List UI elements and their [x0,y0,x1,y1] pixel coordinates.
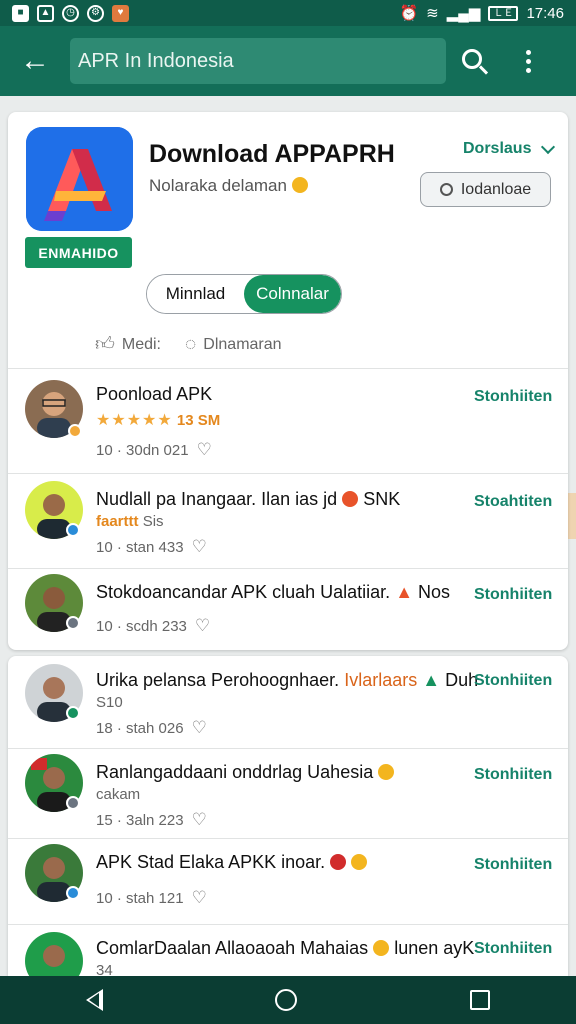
back-arrow-icon[interactable]: ← [0,26,70,96]
like-icon: ♡ [191,718,207,737]
tab-colnnalar[interactable]: Colnnalar [244,275,341,313]
thumbs-up-icon: 👍︎ [95,334,115,355]
more-vert-icon [526,49,531,73]
segmented-control: Minnlad Colnnalar [146,274,342,314]
star-rating-icon: ★★★★★ [96,412,173,429]
downloads-dropdown[interactable]: Dorslaus [463,139,556,158]
image-icon: ▲ [37,4,54,22]
row-action-link[interactable]: Stonhiiten [474,672,552,690]
verified-badge-icon [66,616,80,630]
chat-bubble-icon: ◌ [184,333,197,355]
row-meta: 10 · stah 121 ♡ [96,888,207,907]
clock-notification-icon: ◷ [62,4,79,22]
app-detail-card: ENMAHIDO Download APPAPRH Nolaraka delam… [8,112,568,650]
emoji-icon [373,940,390,956]
chevron-down-icon [541,139,556,155]
status-bar: ■ ▲ ◷ ⚙ ♥ ⏰ ≋ ▂▄▆ ＬＥ 17:46 [0,0,576,26]
search-icon [439,183,453,196]
row-action-link[interactable]: Stonhiiten [474,586,552,604]
tab-minnlad[interactable]: Minnlad [147,275,244,313]
emoji-icon [351,854,368,870]
search-text: APR In Indonesia [78,49,234,72]
signal-icon: ▂▄▆ [446,5,481,22]
app-logo-icon: ▲ [395,582,414,602]
row-action-link[interactable]: Stonhiiten [474,766,552,784]
row-subtitle: S10 [96,694,123,711]
emoji-icon [330,854,347,870]
like-reaction[interactable]: 👍︎ Medi: [95,333,161,356]
comment-reaction[interactable]: ◌ Dlnamaran [185,334,282,356]
emoji-icon [342,491,359,507]
app-notification-icon: ♥ [112,4,129,22]
row-title: Urika pelansa Perohoognhaer. Ivlarlaars … [96,670,479,690]
row-action-link[interactable]: Stonhiiten [474,388,552,406]
avatar [25,932,83,976]
settings-notification-icon: ⚙ [87,4,104,22]
battery-icon: ＬＥ [488,5,519,21]
list-item[interactable]: Poonload APK ★★★★★ 13 SM 10 · 30dn 021 ♡… [8,368,568,473]
verified-badge-icon [66,886,80,900]
search-input[interactable]: APR In Indonesia [70,38,446,84]
list-item[interactable]: Urika pelansa Perohoognhaer. Ivlarlaars … [8,656,568,748]
row-subtitle: 34 [96,962,113,976]
status-time: 17:46 [526,4,564,22]
nav-recents-icon[interactable] [469,990,490,1010]
row-title: APK Stad Elaka APKK inoar. [96,852,368,873]
thumbs-up-icon: ▲ [422,670,441,690]
alarm-icon: ⏰ [399,5,419,22]
notification-icon: ■ [12,4,29,22]
like-icon: ♡ [191,537,207,556]
row-title: Ranlangaddaani onddrlag Uahesia [96,762,395,783]
row-title: Poonload APK [96,384,213,404]
row-meta: 10 · 30dn 021 ♡ [96,440,212,459]
row-meta: 10 · stan 433 ♡ [96,537,207,556]
row-title: Nudlall pa Inangaar. Ilan ias jd SNK [96,489,401,509]
verified-badge-icon [68,424,82,438]
reaction-bar: 👍︎ Medi: ◌ Dlnamaran [95,333,282,356]
like-icon: ♡ [196,440,212,459]
row-action-link[interactable]: Stonhiiten [474,856,552,874]
system-nav-bar [0,976,576,1024]
search-button[interactable] [446,26,501,96]
wifi-icon: ≋ [426,5,439,22]
row-meta: 15 · 3aln 223 ♡ [96,810,207,829]
overflow-menu-button[interactable] [501,26,556,96]
comment-list-card: Urika pelansa Perohoognhaer. Ivlarlaars … [8,656,568,976]
download-search-button[interactable]: Iodanloae [420,172,551,207]
list-item[interactable]: ComlarDaalan Allaoaoah Mahaias lunen ayK… [8,924,568,976]
nav-home-icon[interactable] [275,989,298,1011]
verified-badge-icon [66,706,80,720]
like-icon: ♡ [191,810,207,829]
like-icon: ♡ [194,616,211,635]
list-item[interactable]: Nudlall pa Inangaar. Ilan ias jd SNK faa… [8,473,568,568]
list-item[interactable]: Stokdoancandar APK cluah Ualatiiar. ▲ No… [8,568,568,650]
list-item[interactable]: Ranlangaddaani onddrlag Uahesia cakam 15… [8,748,568,838]
verified-badge-icon [66,523,80,537]
emoji-icon [291,177,308,193]
app-subtitle: Nolaraka delaman [149,176,308,196]
row-meta: 18 · stah 026 ♡ [96,718,207,737]
nav-back-icon[interactable] [86,989,104,1011]
row-rating: ★★★★★ 13 SM [96,412,221,429]
row-title: ComlarDaalan Allaoaoah Mahaias lunen ayK [96,938,475,958]
verified-badge-icon [66,796,80,810]
list-item[interactable]: APK Stad Elaka APKK inoar. 10 · stah 121… [8,838,568,924]
row-subtitle: cakam [96,786,141,803]
like-icon: ♡ [191,888,207,907]
row-action-link[interactable]: Stoahtiten [474,493,552,511]
app-badge: ENMAHIDO [25,237,132,268]
row-meta: 10 · scdh 233 ♡ [96,616,211,635]
row-title: Stokdoancandar APK cluah Ualatiiar. ▲ No… [96,582,451,602]
app-logo-icon [26,127,133,231]
page-title: Download APPAPRH [149,140,395,168]
search-icon [461,49,482,69]
row-subtitle: faarttt Sis [96,513,164,530]
emoji-icon [378,764,395,780]
row-action-link[interactable]: Stonhiiten [474,940,552,958]
app-bar: ← APR In Indonesia [0,26,576,96]
